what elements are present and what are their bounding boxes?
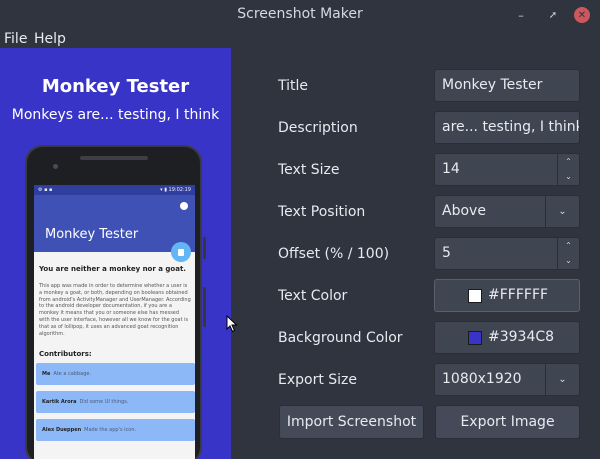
menu-help[interactable]: Help <box>34 30 66 48</box>
title-label: Title <box>278 78 309 94</box>
phone-fab-icon <box>171 242 191 262</box>
text-position-select[interactable]: Above ⌄ <box>434 195 580 228</box>
preview-title: Monkey Tester <box>41 76 190 97</box>
text-size-value: 14 <box>442 161 460 177</box>
background-color-label: Background Color <box>278 330 403 346</box>
phone-app-bar: Monkey Tester <box>34 195 195 252</box>
maximize-icon[interactable]: ➚ <box>545 7 561 23</box>
text-size-spinbox[interactable]: 14 ⌃ ⌄ <box>434 153 580 186</box>
description-label: Description <box>278 120 358 136</box>
offset-spinbox[interactable]: 5 ⌃ ⌄ <box>434 237 580 270</box>
chevron-down-icon[interactable]: ⌄ <box>558 254 579 270</box>
phone-speaker <box>80 156 148 160</box>
text-color-value: #FFFFFF <box>488 287 549 303</box>
phone-heading: You are neither a monkey nor a goat. <box>39 265 186 273</box>
offset-stepper[interactable]: ⌃ ⌄ <box>557 238 579 269</box>
chevron-up-icon[interactable]: ⌃ <box>558 238 579 254</box>
contributor-name: Me <box>42 371 51 377</box>
contributor-note: Made the app's icon. <box>84 427 137 433</box>
description-input[interactable]: are... testing, I think <box>434 111 580 144</box>
phone-app-title: Monkey Tester <box>45 227 139 242</box>
mouse-cursor-icon <box>226 315 238 333</box>
text-size-stepper[interactable]: ⌃ ⌄ <box>557 154 579 185</box>
preview-description: Monkeys are... testing, I think <box>11 107 220 123</box>
window-title: Screenshot Maker <box>237 6 363 22</box>
text-size-label: Text Size <box>278 162 340 178</box>
title-input[interactable]: Monkey Tester <box>434 69 580 102</box>
chevron-down-icon[interactable]: ⌄ <box>545 196 579 227</box>
settings-form: Title Monkey Tester Description are... t… <box>231 48 600 459</box>
github-icon <box>180 202 188 210</box>
chevron-down-icon[interactable]: ⌄ <box>558 170 579 186</box>
phone-mockup: ⚙ ▪ ▪ ▾ ▮ 19:02:19 Monkey Tester You are… <box>25 145 206 459</box>
phone-screen: ⚙ ▪ ▪ ▾ ▮ 19:02:19 Monkey Tester You are… <box>34 185 195 459</box>
background-color-value: #3934C8 <box>488 329 555 345</box>
export-size-value: 1080x1920 <box>442 371 522 387</box>
phone-side-button <box>203 287 206 327</box>
phone-status-bar: ⚙ ▪ ▪ ▾ ▮ 19:02:19 <box>34 185 195 195</box>
import-screenshot-button[interactable]: Import Screenshot <box>279 405 424 439</box>
text-color-swatch <box>468 288 482 303</box>
status-icons-left: ⚙ ▪ ▪ <box>38 187 53 193</box>
contributor-note: Did some UI things. <box>79 399 129 405</box>
chevron-up-icon[interactable]: ⌃ <box>558 154 579 170</box>
contributor-name: Kartik Arora <box>42 399 77 405</box>
close-icon[interactable]: ✕ <box>574 7 590 23</box>
text-position-label: Text Position <box>278 204 366 220</box>
preview-panel: Monkey Tester Monkeys are... testing, I … <box>0 48 231 459</box>
contributor-name: Alex Dueppen <box>42 427 82 433</box>
phone-body-text: This app was made in order to determine … <box>39 283 191 337</box>
text-position-value: Above <box>442 203 486 219</box>
menu-bar: File Help <box>0 30 600 48</box>
export-size-label: Export Size <box>278 372 358 388</box>
export-image-button[interactable]: Export Image <box>435 405 580 439</box>
offset-label: Offset (% / 100) <box>278 246 390 262</box>
phone-side-button <box>203 237 206 259</box>
background-color-button[interactable]: #3934C8 <box>434 321 580 354</box>
minimize-icon[interactable]: – <box>513 7 529 23</box>
chevron-down-icon[interactable]: ⌄ <box>545 364 579 395</box>
offset-value: 5 <box>442 245 451 261</box>
menu-file[interactable]: File <box>4 30 27 48</box>
text-color-label: Text Color <box>278 288 348 304</box>
export-size-select[interactable]: 1080x1920 ⌄ <box>434 363 580 396</box>
contributor-card: Me Ate a cabbage. <box>36 363 195 385</box>
contributor-card: Alex Dueppen Made the app's icon. <box>36 419 195 441</box>
text-color-button[interactable]: #FFFFFF <box>434 279 580 312</box>
background-color-swatch <box>468 330 482 345</box>
status-clock: ▾ ▮ 19:02:19 <box>160 187 191 193</box>
phone-contributors-label: Contributors: <box>39 350 92 358</box>
window-titlebar[interactable]: Screenshot Maker – ➚ ✕ <box>0 0 600 30</box>
contributor-note: Ate a cabbage. <box>53 371 92 377</box>
contributor-card: Kartik Arora Did some UI things. <box>36 391 195 413</box>
phone-camera <box>53 164 58 169</box>
